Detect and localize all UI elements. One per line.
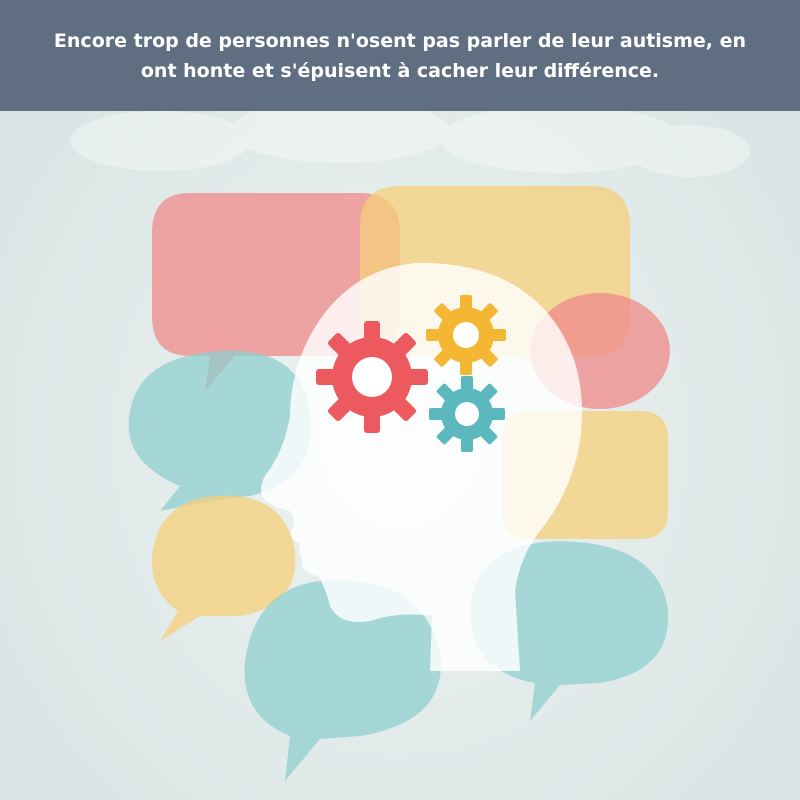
autism-awareness-post: Encore trop de personnes n'osent pas par…: [0, 0, 800, 800]
gear-icon: [426, 295, 506, 375]
caption-banner: Encore trop de personnes n'osent pas par…: [0, 0, 800, 111]
background-clouds: [70, 111, 750, 177]
caption-text: Encore trop de personnes n'osent pas par…: [53, 29, 747, 82]
head-with-gears-illustration: [0, 111, 800, 800]
gear-icon: [429, 376, 505, 452]
gear-icon: [316, 321, 428, 433]
